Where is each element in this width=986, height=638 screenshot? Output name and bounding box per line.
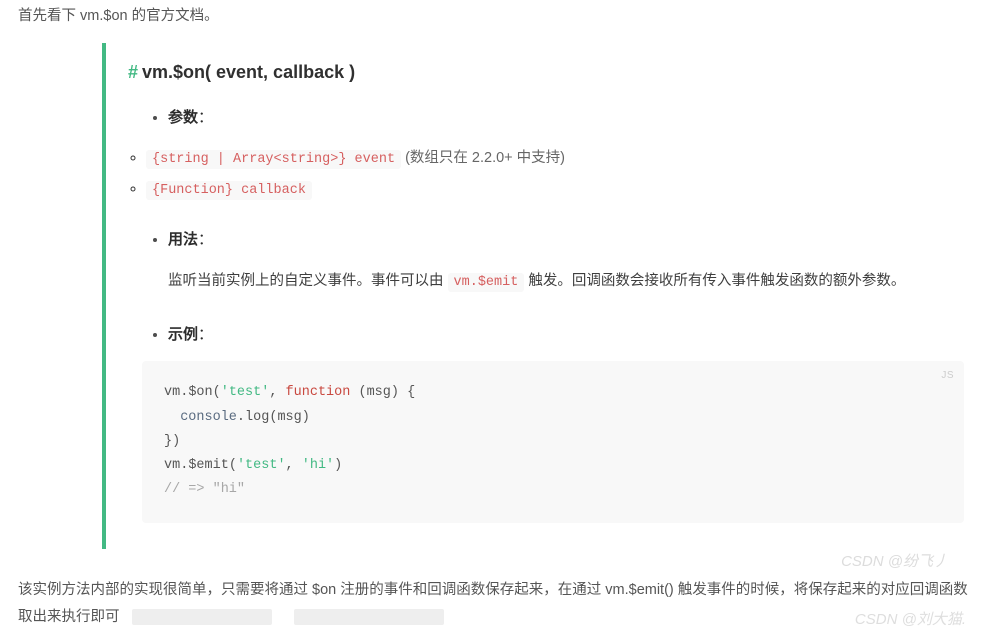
hash-link[interactable]: #	[128, 62, 138, 82]
code-content: vm.$on('test', function (msg) { console.…	[164, 381, 942, 502]
params-item: 参数： {string | Array<string>} event (数组只在…	[168, 105, 938, 202]
usage-item: 用法： 监听当前实例上的自定义事件。事件可以由 vm.$emit 触发。回调函数…	[168, 227, 938, 296]
censor-block	[294, 609, 444, 625]
heading-title: vm.$on( event, callback )	[142, 62, 355, 82]
usage-before: 监听当前实例上的自定义事件。事件可以由	[168, 273, 448, 289]
param-code: {Function} callback	[146, 181, 312, 200]
colon: ：	[198, 231, 213, 248]
code-block: JS vm.$on('test', function (msg) { conso…	[142, 361, 964, 522]
intro-text: 首先看下 vm.$on 的官方文档。	[18, 4, 968, 29]
usage-text: 监听当前实例上的自定义事件。事件可以由 vm.$emit 触发。回调函数会接收所…	[168, 268, 938, 296]
example-item: 示例： JS vm.$on('test', function (msg) { c…	[168, 322, 938, 523]
footer-area: 该实例方法内部的实现很简单，只需要将通过 $on 注册的事件和回调函数保存起来，…	[18, 577, 968, 632]
censor-block	[132, 609, 272, 625]
param-entry: {Function} callback	[146, 176, 938, 203]
usage-label: 用法	[168, 231, 198, 248]
watermark-top: CSDN @纷飞丿	[841, 549, 948, 575]
example-label: 示例	[168, 326, 198, 343]
usage-after: 触发。回调函数会接收所有传入事件触发函数的额外参数。	[524, 273, 905, 289]
colon: ：	[198, 109, 213, 126]
param-entry: {string | Array<string>} event (数组只在 2.2…	[146, 145, 938, 172]
usage-code: vm.$emit	[448, 273, 525, 292]
doc-section: #vm.$on( event, callback ) 参数： {string |…	[102, 43, 960, 549]
doc-heading: #vm.$on( event, callback )	[128, 57, 938, 88]
main-list: 参数： {string | Array<string>} event (数组只在…	[128, 105, 938, 523]
param-code: {string | Array<string>} event	[146, 150, 401, 169]
code-line: vm.$emit('test', 'hi')	[164, 454, 942, 478]
code-line: console.log(msg)	[164, 406, 942, 430]
code-line: // => "hi"	[164, 478, 942, 502]
code-line: vm.$on('test', function (msg) {	[164, 381, 942, 405]
params-label: 参数	[168, 109, 198, 126]
code-line: })	[164, 430, 942, 454]
lang-tag: JS	[941, 367, 954, 385]
params-list: {string | Array<string>} event (数组只在 2.2…	[146, 145, 938, 203]
watermark-bottom: CSDN @刘大猫.	[855, 606, 966, 635]
colon: ：	[198, 326, 213, 343]
param-note: (数组只在 2.2.0+ 中支持)	[401, 150, 565, 166]
